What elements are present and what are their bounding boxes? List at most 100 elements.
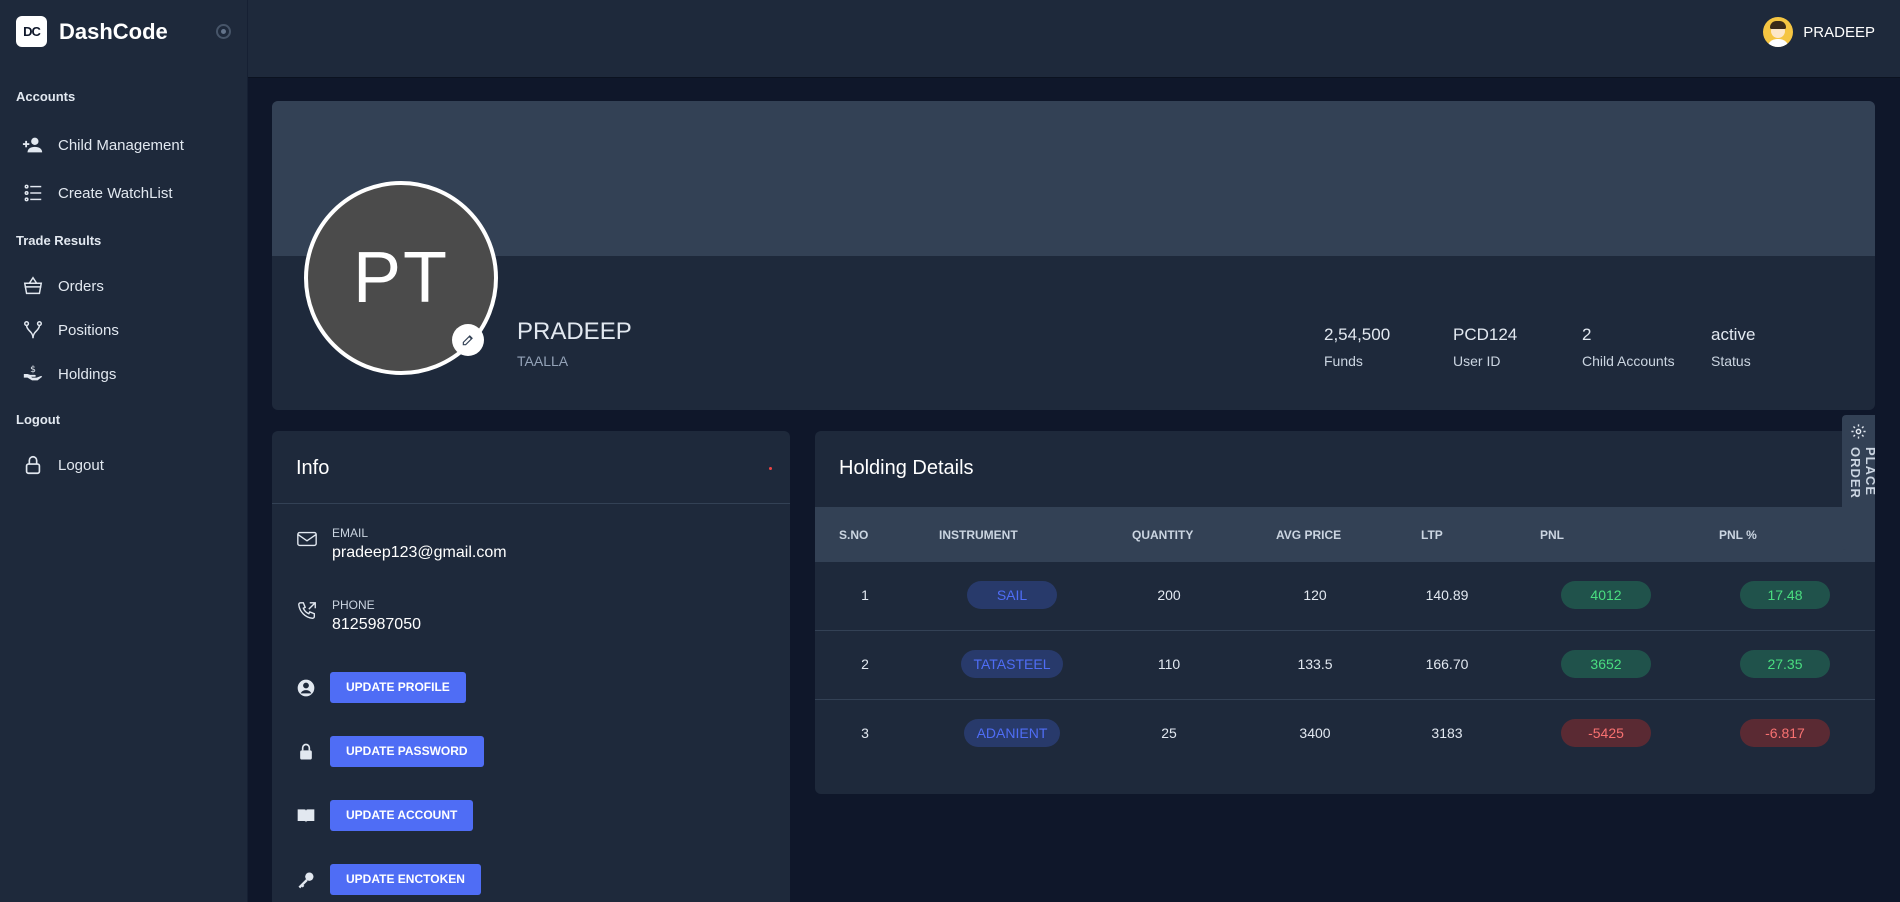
cell-ltp: 3183 — [1431, 725, 1463, 741]
table-row[interactable]: 2 TATASTEEL 110 133.5 166.70 3652 27.35 — [815, 631, 1875, 700]
column-header-pnl: PNL — [1540, 528, 1564, 542]
email-value: pradeep123@gmail.com — [332, 544, 507, 561]
pnl-badge: 3652 — [1561, 650, 1651, 678]
sidebar-item-logout[interactable]: Logout — [22, 454, 104, 476]
section-title-accounts: Accounts — [16, 89, 76, 104]
cell-sno: 2 — [861, 656, 869, 672]
instrument-badge[interactable]: SAIL — [967, 581, 1057, 609]
place-order-label: PLACE ORDER — [1848, 447, 1878, 499]
book-icon — [297, 808, 315, 823]
section-title-logout: Logout — [16, 412, 61, 427]
info-email: EMAIL pradeep123@gmail.com — [296, 526, 507, 562]
sidebar-item-child-management[interactable]: Child Management — [22, 134, 184, 156]
profile-name: PRADEEP — [517, 318, 632, 345]
edit-avatar-button[interactable] — [452, 324, 484, 356]
profile-cover — [272, 101, 1875, 256]
pnl-pct-badge: -6.817 — [1740, 719, 1830, 747]
update-profile-row: UPDATE PROFILE — [296, 672, 466, 703]
profile-card: PT PRADEEP TAALLA 2,54,500 Funds PCD124 … — [272, 101, 1875, 410]
instrument-badge[interactable]: ADANIENT — [964, 719, 1060, 747]
update-profile-button[interactable]: UPDATE PROFILE — [330, 672, 466, 703]
stat-child-accounts: 2 Child Accounts — [1582, 325, 1675, 369]
basket-icon — [23, 276, 43, 295]
cell-avg-price: 133.5 — [1297, 656, 1333, 672]
table-header: S.NO INSTRUMENT QUANTITY AVG PRICE LTP P… — [815, 507, 1875, 562]
sidebar-item-label: Child Management — [58, 136, 184, 154]
holding-details-card: Holding Details S.NO INSTRUMENT QUANTITY… — [815, 431, 1875, 794]
profile-subtitle: TAALLA — [517, 353, 569, 369]
sidebar-item-label: Holdings — [58, 365, 117, 383]
phone-value: 8125987050 — [332, 616, 421, 633]
cell-quantity: 200 — [1157, 587, 1181, 603]
user-menu[interactable]: PRADEEP — [1763, 17, 1875, 47]
stat-funds: 2,54,500 Funds — [1324, 325, 1390, 369]
info-phone: PHONE 8125987050 — [296, 598, 421, 634]
phone-icon — [298, 602, 316, 620]
update-enctoken-row: UPDATE ENCTOKEN — [296, 864, 481, 895]
info-card: Info EMAIL pradeep123@gmail.com PHONE 81… — [272, 431, 790, 902]
email-label: EMAIL — [332, 526, 369, 540]
user-circle-icon — [297, 679, 315, 696]
table-row[interactable]: 1 SAIL 200 120 140.89 4012 17.48 — [815, 562, 1875, 631]
user-plus-icon — [22, 137, 43, 153]
stat-status: active Status — [1711, 325, 1755, 369]
sidebar: DC DashCode Accounts Child Management Cr… — [0, 0, 248, 902]
sidebar-item-create-watchlist[interactable]: Create WatchList — [22, 182, 173, 204]
stat-label: Status — [1711, 353, 1751, 369]
stat-value: 2 — [1582, 325, 1592, 344]
update-password-row: UPDATE PASSWORD — [296, 736, 484, 767]
info-indicator — [769, 467, 772, 470]
user-name: PRADEEP — [1803, 23, 1875, 41]
phone-label: PHONE — [332, 598, 375, 612]
sidebar-collapse-toggle[interactable] — [216, 24, 231, 39]
sidebar-item-holdings[interactable]: $ Holdings — [22, 363, 116, 385]
stat-label: Funds — [1324, 353, 1363, 369]
topbar: PRADEEP — [248, 0, 1900, 78]
pnl-pct-badge: 27.35 — [1740, 650, 1830, 678]
stat-value: active — [1711, 325, 1756, 344]
cell-ltp: 166.70 — [1425, 656, 1469, 672]
holding-title: Holding Details — [839, 457, 974, 479]
divider — [272, 503, 790, 504]
cell-quantity: 25 — [1161, 725, 1177, 741]
lock-icon — [25, 455, 41, 475]
brand[interactable]: DC DashCode — [16, 16, 168, 47]
brand-logo: DC — [16, 16, 47, 47]
branch-icon — [24, 321, 42, 339]
sidebar-item-orders[interactable]: Orders — [22, 275, 104, 297]
update-enctoken-button[interactable]: UPDATE ENCTOKEN — [330, 864, 481, 895]
lock-icon — [300, 743, 312, 759]
cell-quantity: 110 — [1157, 656, 1181, 672]
column-header-sno: S.NO — [839, 528, 869, 542]
key-icon — [298, 872, 314, 888]
table-row[interactable]: 3 ADANIENT 25 3400 3183 -5425 -6.817 — [815, 700, 1875, 769]
pnl-badge: 4012 — [1561, 581, 1651, 609]
stat-value: PCD124 — [1453, 325, 1518, 344]
section-title-trade-results: Trade Results — [16, 233, 102, 248]
stat-label: User ID — [1453, 353, 1501, 369]
svg-text:$: $ — [30, 364, 36, 375]
gear-icon — [1851, 424, 1866, 439]
cell-sno: 1 — [861, 587, 869, 603]
pnl-pct-badge: 17.48 — [1740, 581, 1830, 609]
info-title: Info — [296, 457, 330, 479]
sidebar-item-label: Positions — [58, 321, 119, 339]
sidebar-item-label: Logout — [58, 456, 104, 474]
stat-value: 2,54,500 — [1324, 325, 1391, 344]
instrument-badge[interactable]: TATASTEEL — [961, 650, 1063, 678]
column-header-pnl-pct: PNL % — [1719, 528, 1757, 542]
avatar — [1763, 17, 1794, 47]
sidebar-item-label: Orders — [58, 277, 104, 295]
column-header-quantity: QUANTITY — [1132, 528, 1194, 542]
cell-avg-price: 3400 — [1299, 725, 1331, 741]
place-order-button[interactable]: PLACE ORDER — [1842, 415, 1878, 550]
update-account-button[interactable]: UPDATE ACCOUNT — [330, 800, 474, 831]
mail-icon — [297, 531, 317, 547]
sidebar-item-positions[interactable]: Positions — [22, 319, 119, 341]
column-header-instrument: INSTRUMENT — [939, 528, 1018, 542]
update-password-button[interactable]: UPDATE PASSWORD — [330, 736, 484, 767]
cell-avg-price: 120 — [1303, 587, 1327, 603]
hand-dollar-icon: $ — [23, 364, 43, 381]
pnl-badge: -5425 — [1561, 719, 1651, 747]
brand-name: DashCode — [59, 18, 168, 44]
